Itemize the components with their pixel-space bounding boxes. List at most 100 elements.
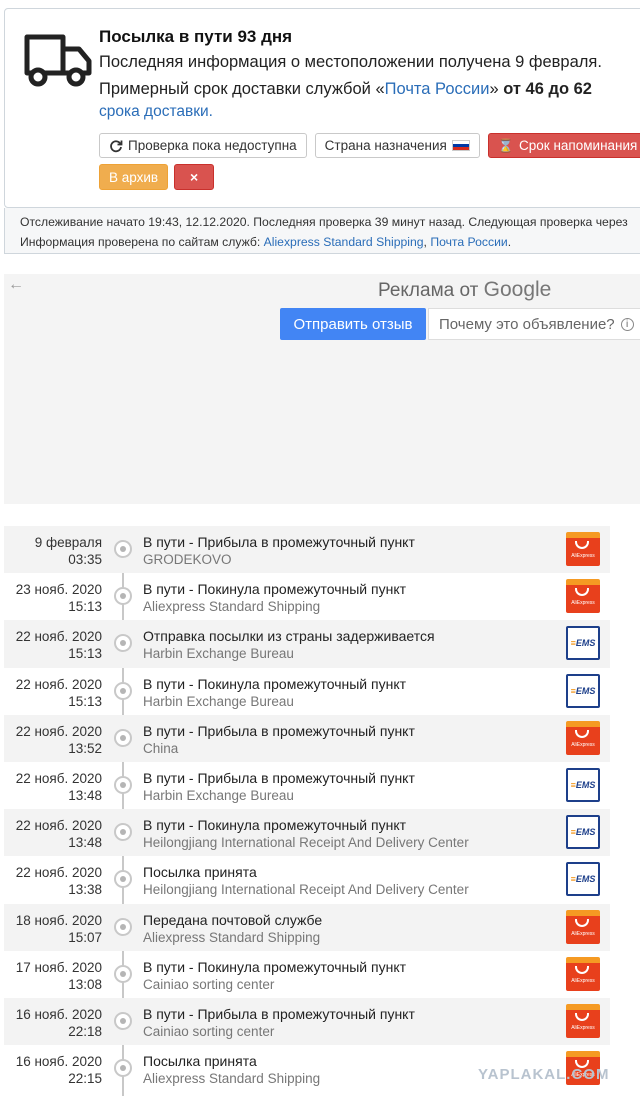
event-title: В пути - Покинула промежуточный пункт [143,675,407,692]
google-brand: Google [483,278,552,301]
timeline-row: 17 нояб. 2020 13:08 В пути - Покинула пр… [4,951,610,998]
event-date: 16 нояб. 2020 [15,1054,102,1070]
google-ad-block: ← Реклама от Google Отправить отзыв Поче… [4,274,640,504]
event-datetime: 22 нояб. 2020 13:38 [16,864,102,898]
aliexpress-logo-icon: AliExpress [566,909,600,944]
tracking-info-bar: Отслеживание начато 19:43, 12.12.2020. П… [4,208,640,254]
send-feedback-button[interactable]: Отправить отзыв [280,308,426,340]
delivery-range: от 46 до 62 [503,80,592,98]
watermark: YAPLAKAL.COM [478,1066,610,1083]
event-datetime: 22 нояб. 2020 13:52 [16,723,102,757]
event-time: 13:52 [68,740,102,756]
timeline-dot [114,587,132,606]
event-time: 15:13 [68,646,102,662]
timeline-row: 22 нояб. 2020 15:13 Отправка посылки из … [4,620,610,668]
info-icon: i [620,317,634,331]
tracking-timeline: 9 февраля 03:35 В пути - Прибыла в проме… [4,526,610,1096]
event-place: Aliexpress Standard Shipping [143,1071,321,1087]
event-date: 22 нояб. 2020 [15,676,102,692]
delivery-term-link[interactable]: срока доставки. [99,103,213,121]
event-title: В пути - Покинула промежуточный пункт [143,581,407,598]
event-time: 15:13 [68,693,102,709]
action-buttons: Проверка пока недоступна Страна назначен… [99,133,640,158]
event-datetime: 23 нояб. 2020 15:13 [16,581,102,615]
timeline-dot [114,634,132,653]
timeline-row: 18 нояб. 2020 15:07 Передана почтовой сл… [4,903,610,951]
parcel-status-card: Посылка в пути 93 дня Последняя информац… [4,8,640,208]
russia-flag-icon [451,140,470,151]
event-time: 03:35 [68,552,102,567]
check-unavailable-button[interactable]: Проверка пока недоступна [99,133,307,158]
event-datetime: 22 нояб. 2020 13:48 [16,817,102,851]
timeline-dot [114,775,132,794]
event-title: В пути - Прибыла в промежуточный пункт [143,534,415,550]
event-title: Посылка принята [143,1053,257,1070]
ems-logo-icon: ≡EMS [566,673,600,708]
event-place: Cainiao sorting center [143,976,275,992]
timeline-dot [114,1011,132,1030]
event-title: В пути - Прибыла в промежуточный пункт [143,1005,415,1022]
secondary-buttons: В архив × [99,164,215,190]
event-date: 22 нояб. 2020 [15,818,102,834]
ad-label: Реклама от Google [378,278,552,301]
timeline-row: 22 нояб. 2020 13:52 В пути - Прибыла в п… [4,714,610,762]
refresh-icon [110,139,123,152]
event-datetime: 16 нояб. 2020 22:18 [16,1006,102,1040]
tracking-started-text: Отслеживание начато 19:43, 12.12.2020. П… [20,215,628,229]
timeline-row: 22 нояб. 2020 13:48 В пути - Покинула пр… [4,809,610,857]
event-time: 13:48 [68,787,102,803]
event-date: 18 нояб. 2020 [15,912,102,928]
event-place: Cainiao sorting center [143,1023,275,1039]
event-date: 16 нояб. 2020 [15,1006,102,1022]
event-place: GRODEKOVO [143,552,232,567]
timeline-dot [114,823,132,842]
event-datetime: 18 нояб. 2020 15:07 [16,912,102,946]
aliexpress-logo-icon: AliExpress [566,1003,600,1038]
event-datetime: 22 нояб. 2020 13:48 [16,770,102,804]
timeline-dot [114,681,132,700]
event-time: 22:18 [68,1023,102,1039]
event-date: 22 нояб. 2020 [15,770,102,786]
timeline-row: 22 нояб. 2020 13:48 В пути - Прибыла в п… [4,762,610,809]
event-datetime: 22 нояб. 2020 15:13 [16,676,102,710]
archive-button[interactable]: В архив [99,164,169,190]
back-arrow-icon[interactable]: ← [8,276,24,294]
aliexpress-logo-icon: AliExpress [566,956,600,991]
event-title: Передана почтовой службе [143,911,323,928]
checked-services-text: Информация проверена по сайтам служб: Al… [20,235,512,249]
status-title: Посылка в пути 93 дня [99,27,293,46]
timeline-dot [114,917,132,936]
russian-post-link[interactable]: Почта России [385,80,490,98]
event-place: Heilongjiang International Receipt And D… [143,882,469,898]
event-date: 23 нояб. 2020 [15,582,102,598]
timeline-row: 22 нояб. 2020 15:13 В пути - Покинула пр… [4,668,610,715]
ems-logo-icon: ≡EMS [566,862,600,897]
event-time: 15:13 [68,599,102,615]
timeline-row: 23 нояб. 2020 15:13 В пути - Покинула пр… [4,573,610,620]
event-datetime: 9 февраля 03:35 [35,534,102,568]
event-datetime: 16 нояб. 2020 22:15 [16,1053,102,1087]
event-title: В пути - Покинула промежуточный пункт [143,817,407,834]
event-date: 17 нояб. 2020 [15,959,102,975]
event-time: 13:48 [68,835,102,851]
reminder-term-button[interactable]: ⌛ Срок напоминания [487,133,640,158]
timeline-dot [114,540,132,558]
timeline-dot [114,728,132,747]
event-datetime: 22 нояб. 2020 15:13 [16,628,102,662]
last-location-info: Последняя информация о местоположении по… [99,53,602,71]
russian-post-service-link[interactable]: Почта России [430,235,507,249]
event-title: В пути - Прибыла в промежуточный пункт [143,722,415,739]
delivery-estimate: Примерный срок доставки службой «Почта Р… [99,80,592,98]
why-this-ad-button[interactable]: Почему это объявление? i [428,308,640,340]
timeline-row: 22 нояб. 2020 13:38 Посылка принята Heil… [4,856,610,903]
event-place: Harbin Exchange Bureau [143,646,294,662]
destination-country-button[interactable]: Страна назначения [314,133,480,158]
timeline-row: 16 нояб. 2020 22:18 В пути - Прибыла в п… [4,997,610,1046]
event-place: Harbin Exchange Bureau [143,787,294,803]
event-place: Harbin Exchange Bureau [143,693,294,709]
delete-button[interactable]: × [174,164,215,190]
event-title: В пути - Покинула промежуточный пункт [143,958,407,975]
truck-icon [24,34,92,87]
aliexpress-shipping-link[interactable]: Aliexpress Standard Shipping [264,235,424,249]
event-time: 15:07 [68,929,102,945]
